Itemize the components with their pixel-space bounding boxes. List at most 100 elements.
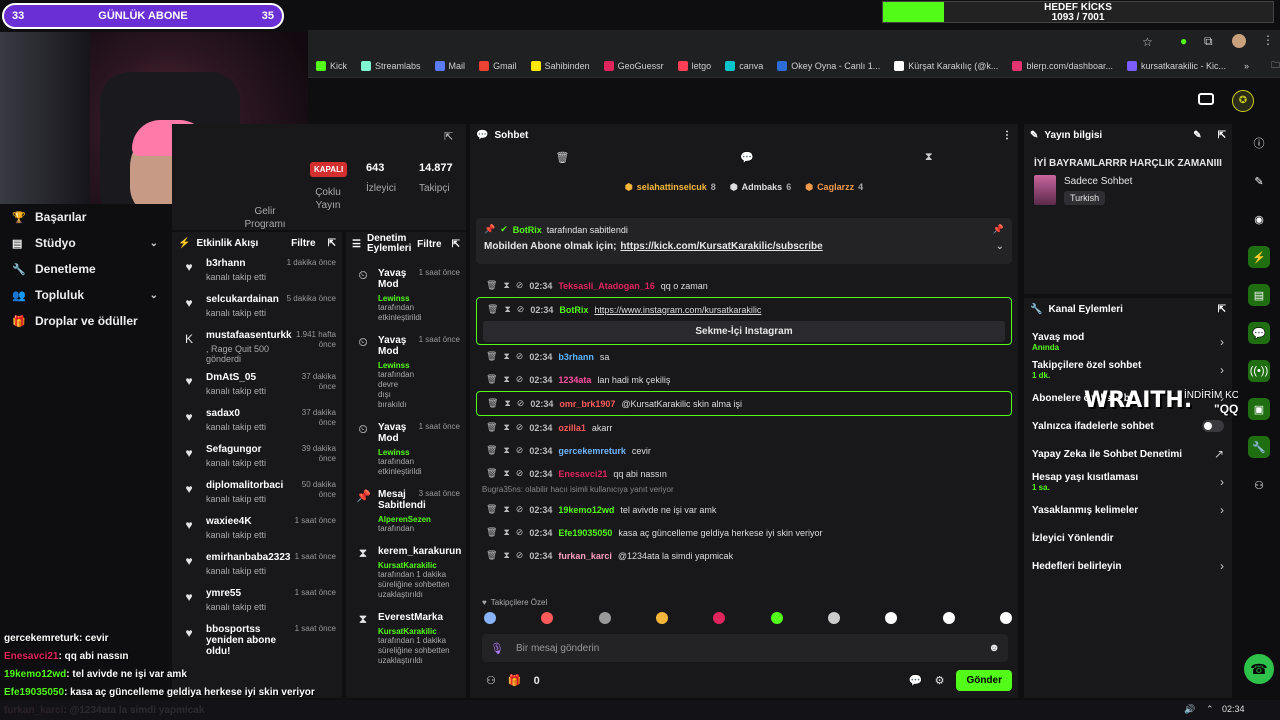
hourglass-icon[interactable]: ⧗ — [925, 151, 933, 164]
puzzle-icon[interactable]: ⧉ — [1204, 34, 1213, 49]
emote-icon[interactable] — [770, 612, 783, 624]
moderation-user[interactable]: Lewinss — [378, 294, 411, 303]
delete-icon[interactable]: 🗑 — [486, 468, 497, 479]
emote-icon[interactable] — [999, 612, 1012, 624]
user-avatar[interactable]: ✪ — [1232, 90, 1254, 112]
moderation-filter-button[interactable]: Filtre — [417, 239, 441, 250]
profile-avatar[interactable] — [1232, 34, 1246, 48]
moderation-user[interactable]: Lewinss — [378, 361, 411, 370]
chevron-right-icon[interactable]: › — [1220, 335, 1224, 349]
chevron-down-icon[interactable]: ⌄ — [150, 238, 158, 249]
activity-user[interactable]: ymre55 — [206, 588, 285, 599]
activity-user[interactable]: DmAtS_05 — [206, 372, 274, 383]
chat-icon[interactable]: 💬 — [740, 151, 754, 164]
pencil-icon[interactable]: ✎ — [1248, 170, 1270, 192]
ban-icon[interactable]: ⊘ — [516, 422, 524, 433]
bookmark-item[interactable]: kursatkarakilic - Kic... — [1127, 60, 1226, 71]
message-user[interactable]: BotRix — [559, 305, 588, 315]
bookmark-item[interactable]: GeoGuessr — [603, 60, 664, 71]
message-user[interactable]: furkan_karci — [558, 551, 612, 561]
bookmark-item[interactable]: Kürşat Karakılıç (@k... — [894, 60, 998, 71]
chevron-right-icon[interactable]: › — [1220, 503, 1224, 517]
chevron-right-icon[interactable]: › — [1220, 559, 1224, 573]
gift-icon[interactable]: 🎁 — [508, 674, 522, 687]
message-user[interactable]: ozilla1 — [558, 423, 586, 433]
leader-item[interactable]: ⬢ selahattinselcuk 8 — [625, 182, 716, 193]
channel-action[interactable]: İzleyici Yönlendir — [1024, 524, 1232, 552]
activity-user[interactable]: waxiee4K — [206, 516, 285, 527]
help-chat-button[interactable]: ☎ — [1244, 654, 1274, 684]
bookmark-item[interactable]: letgo — [677, 60, 711, 71]
timeout-icon[interactable]: ⧗ — [504, 398, 510, 409]
moderation-user[interactable]: Lewinss — [378, 448, 411, 457]
nav-item[interactable]: ▤ Stüdyo ⌄ — [0, 230, 172, 256]
leader-item[interactable]: ⬢ Admbaks 6 — [730, 182, 791, 193]
trash-icon[interactable]: 🗑 — [555, 151, 569, 164]
chat-bubble-icon[interactable]: 💬 — [909, 674, 923, 687]
channel-action[interactable]: Yavaş mod Anında › — [1024, 328, 1232, 356]
timeout-icon[interactable]: ⧗ — [504, 304, 510, 315]
nav-item[interactable]: 🏆 Başarılar — [0, 204, 172, 230]
channel-action[interactable]: Hedefleri belirleyin › — [1024, 552, 1232, 580]
channel-points-icon[interactable]: ⚇ — [486, 674, 496, 687]
emote-icon[interactable] — [827, 612, 840, 624]
moderation-user[interactable]: KursatKarakilic — [378, 627, 460, 636]
popout-icon[interactable]: ⇱ — [452, 239, 460, 250]
popout-icon[interactable]: ⇱ — [1218, 130, 1226, 141]
delete-icon[interactable]: 🗑 — [486, 504, 497, 515]
channel-action[interactable]: Hesap yaşı kısıtlaması 1 sa. › — [1024, 468, 1232, 496]
chevron-right-icon[interactable]: › — [1220, 475, 1224, 489]
multistream-label[interactable]: Çoklu Yayın — [308, 186, 348, 212]
timeout-icon[interactable]: ⧗ — [503, 550, 509, 561]
unpin-icon[interactable]: 📌 — [993, 224, 1004, 235]
channel-action[interactable]: Yasaklanmış kelimeler › — [1024, 496, 1232, 524]
ban-icon[interactable]: ⊘ — [516, 280, 524, 291]
bookmarks-overflow-icon[interactable]: » — [1244, 61, 1249, 71]
category-name[interactable]: Sadece Sohbet — [1064, 176, 1132, 187]
ban-icon[interactable]: ⊘ — [516, 445, 524, 456]
bookmark-item[interactable]: Kick — [316, 60, 347, 71]
expand-icon[interactable]: ⇱ — [444, 130, 453, 143]
popout-icon[interactable]: ⇱ — [1218, 304, 1226, 315]
moderation-user[interactable]: KursatKarakilic — [378, 561, 460, 570]
document-icon[interactable]: ▤ — [1248, 284, 1270, 306]
emote-icon[interactable] — [713, 612, 726, 624]
ban-icon[interactable]: ⊘ — [517, 398, 525, 409]
info-icon[interactable]: ⓘ — [1248, 132, 1270, 154]
channel-action[interactable]: Takipçilere özel sohbet 1 dk. › — [1024, 356, 1232, 384]
all-bookmarks-button[interactable]: 🗀Tüm Yer İşaretleri — [1271, 58, 1280, 74]
activity-user[interactable]: sadax0 — [206, 408, 274, 419]
delete-icon[interactable]: 🗑 — [486, 527, 497, 538]
send-button[interactable]: Gönder — [956, 670, 1012, 691]
bookmark-item[interactable]: blerp.com/dashboar... — [1012, 60, 1113, 71]
edit-icon[interactable]: ✎ — [1193, 130, 1201, 141]
message-user[interactable]: 1234ata — [558, 375, 591, 385]
emote-icon[interactable] — [942, 612, 955, 624]
message-button[interactable]: Sekme-İçi Instagram — [483, 321, 1005, 342]
activity-user[interactable]: Sefagungor — [206, 444, 274, 455]
timeout-icon[interactable]: ⧗ — [503, 445, 509, 456]
delete-icon[interactable]: 🗑 — [487, 304, 498, 315]
bookmark-item[interactable]: Okey Oyna - Canlı 1... — [777, 60, 880, 71]
message-user[interactable]: Teksasli_Atadogan_16 — [558, 281, 654, 291]
external-link-icon[interactable]: ↗ — [1214, 447, 1224, 461]
camera-icon[interactable]: ◉ — [1248, 208, 1270, 230]
chevron-right-icon[interactable]: › — [1220, 363, 1224, 377]
nav-item[interactable]: 🎁 Droplar ve ödüller — [0, 308, 172, 334]
ticket-icon[interactable]: ▣ — [1248, 398, 1270, 420]
bookmark-item[interactable]: canva — [725, 60, 763, 71]
message-user[interactable]: 19kemo12wd — [558, 505, 614, 515]
channel-action[interactable]: Yapay Zeka ile Sohbet Denetimi ↗ — [1024, 440, 1232, 468]
bookmark-item[interactable]: Mail — [434, 60, 465, 71]
bookmark-item[interactable]: Streamlabs — [361, 60, 421, 71]
revenue-program-label[interactable]: Gelir Programı — [242, 205, 288, 231]
nav-item[interactable]: 🔧 Denetleme — [0, 256, 172, 282]
emote-icon[interactable] — [541, 612, 554, 624]
delete-icon[interactable]: 🗑 — [486, 445, 497, 456]
ban-icon[interactable]: ⊘ — [516, 504, 524, 515]
ban-icon[interactable]: ⊘ — [516, 374, 524, 385]
timeout-icon[interactable]: ⧗ — [503, 351, 509, 362]
timeout-icon[interactable]: ⧗ — [503, 504, 509, 515]
timeout-icon[interactable]: ⧗ — [503, 374, 509, 385]
emote-icon[interactable] — [885, 612, 898, 624]
